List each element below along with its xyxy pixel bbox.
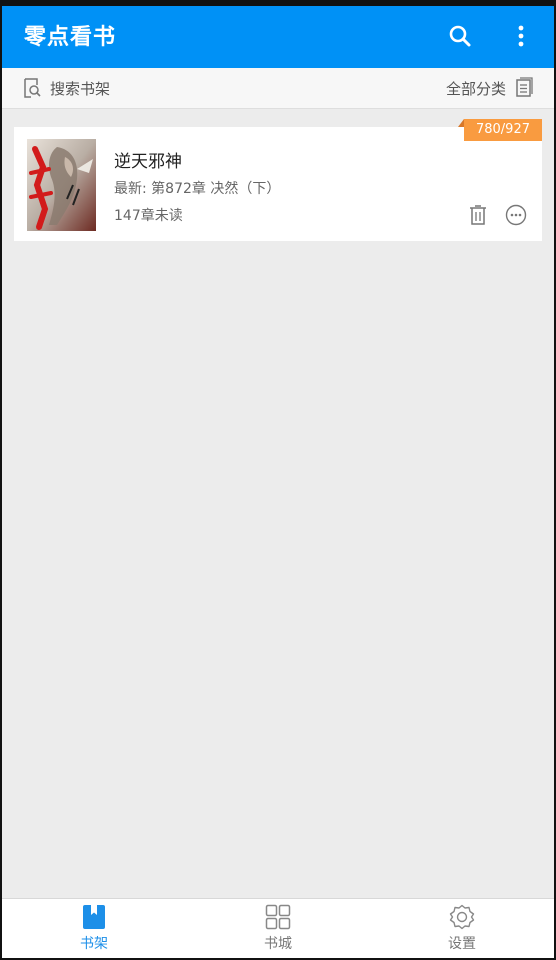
- search-icon: [449, 25, 471, 47]
- app-bar: 零点看书: [2, 6, 554, 68]
- category-filter-button[interactable]: 全部分类: [446, 68, 534, 108]
- search-book-icon: [24, 78, 41, 98]
- more-options-button[interactable]: [503, 18, 539, 54]
- reading-progress-badge: 780/927: [458, 119, 542, 141]
- more-vertical-icon: [518, 25, 524, 47]
- book-cover: [27, 139, 96, 231]
- grid-icon: [265, 904, 291, 930]
- more-horizontal-circle-icon: [505, 204, 527, 226]
- category-label: 全部分类: [445, 79, 506, 98]
- nav-bookstore-label: 书城: [264, 936, 292, 952]
- latest-chapter: 最新: 第872章 决然（下）: [114, 181, 281, 197]
- search-shelf-label: 搜索书架: [50, 79, 111, 98]
- nav-bookshelf[interactable]: 书架: [2, 899, 186, 958]
- book-list-item[interactable]: 780/927 逆天邪神 最新: 第872章 决然（下） 147章未读: [14, 119, 542, 241]
- book-title: 逆天邪神: [114, 152, 182, 172]
- delete-book-button[interactable]: [466, 203, 490, 227]
- list-icon: [516, 77, 533, 97]
- bottom-navigation: 书架 书城 设置: [2, 898, 554, 958]
- app-title: 零点看书: [24, 25, 117, 50]
- trash-icon: [470, 205, 486, 225]
- bookshelf-icon: [83, 905, 105, 929]
- gear-icon: [449, 904, 475, 930]
- shelf-toolbar: 搜索书架 全部分类: [2, 68, 554, 109]
- search-button[interactable]: [442, 18, 478, 54]
- unread-count: 147章未读: [114, 208, 183, 224]
- search-shelf-button[interactable]: 搜索书架: [22, 68, 110, 108]
- nav-bookshelf-label: 书架: [80, 936, 108, 952]
- book-more-button[interactable]: [504, 203, 528, 227]
- nav-settings[interactable]: 设置: [370, 899, 554, 958]
- nav-settings-label: 设置: [448, 936, 476, 952]
- nav-bookstore[interactable]: 书城: [186, 899, 370, 958]
- app-screen: 零点看书 搜索书架 全部分类 780/927 逆天邪神 最新: 第872章 决然…: [2, 6, 554, 958]
